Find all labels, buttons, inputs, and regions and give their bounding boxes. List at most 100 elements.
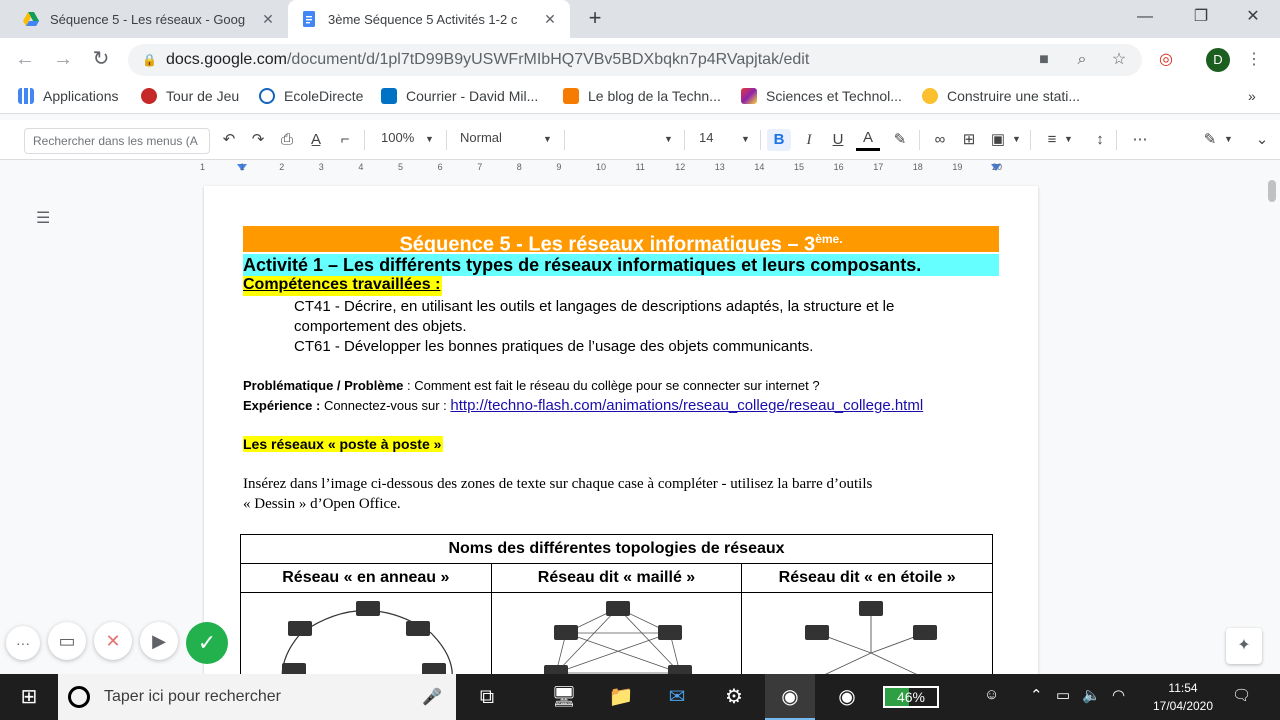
toolbar-divider: [364, 130, 365, 150]
microphone-icon[interactable]: 🎤: [422, 687, 442, 707]
align-left-icon[interactable]: ≡: [1040, 129, 1064, 151]
bookmark-construire[interactable]: Construire une stati...: [922, 88, 1080, 104]
construire-icon: [922, 88, 938, 104]
insert-image-icon[interactable]: ▣: [986, 129, 1010, 151]
bookmark-label: Construire une stati...: [947, 88, 1081, 104]
chrome-icon[interactable]: ◉: [773, 680, 807, 714]
experience-link[interactable]: http://techno-flash.com/animations/resea…: [450, 397, 923, 414]
computer-icon[interactable]: 🖥: [547, 680, 581, 714]
document-outline-icon[interactable]: ☰: [36, 208, 54, 227]
undo-icon[interactable]: ↶: [218, 129, 240, 151]
camera-icon[interactable]: ■: [1032, 48, 1056, 72]
font-size-select[interactable]: 14: [699, 130, 713, 145]
underline-button[interactable]: U: [826, 129, 850, 151]
ruler-tick-label: 17: [873, 162, 884, 172]
close-window-icon[interactable]: ✕: [1230, 4, 1276, 32]
redo-icon[interactable]: ↷: [247, 129, 269, 151]
volume-icon[interactable]: 🔈: [1082, 686, 1101, 704]
people-icon[interactable]: ☺: [984, 686, 999, 703]
cortana-icon: [68, 686, 90, 708]
ring-network-diagram: [281, 601, 453, 686]
reseaux-heading: Les réseaux « poste à poste »: [243, 436, 444, 452]
bookmark-label: EcoleDirecte: [284, 88, 364, 104]
italic-button[interactable]: I: [797, 129, 821, 151]
table-header: Noms des différentes topologies de résea…: [240, 534, 993, 564]
mail-icon[interactable]: ✉: [660, 680, 694, 714]
wifi-icon[interactable]: ◠: [1112, 686, 1125, 704]
new-tab-button[interactable]: +: [582, 6, 608, 32]
toolbar-divider: [684, 130, 685, 150]
windows-start-icon[interactable]: ⊞: [12, 680, 46, 714]
tour-de-jeu-icon: [141, 88, 157, 104]
file-explorer-icon[interactable]: 📁: [604, 680, 638, 714]
collapse-menu-icon[interactable]: ⌄: [1250, 129, 1274, 151]
close-tab-icon[interactable]: ✕: [542, 11, 558, 28]
print-icon[interactable]: ⎙: [276, 129, 298, 151]
bookmark-applications[interactable]: Applications: [18, 88, 119, 104]
close-tab-icon[interactable]: ✕: [260, 11, 276, 28]
camera-toggle-icon[interactable]: ▭: [48, 622, 86, 660]
ruler-tick-label: 14: [754, 162, 765, 172]
restore-icon[interactable]: ❐: [1178, 4, 1224, 32]
style-select[interactable]: Normal: [460, 130, 502, 145]
tab-activites[interactable]: 3ème Séquence 5 Activités 1-2 c ✕: [288, 0, 570, 38]
battery-indicator[interactable]: 46%: [883, 686, 939, 708]
avatar[interactable]: D: [1206, 48, 1230, 72]
bookmark-courrier[interactable]: Courrier - David Mil...: [381, 88, 538, 104]
document-page[interactable]: Séquence 5 - Les réseaux informatiques –…: [204, 186, 1038, 686]
more-icon[interactable]: ⋯: [1128, 129, 1152, 151]
forward-icon[interactable]: →: [50, 48, 76, 72]
add-comment-icon[interactable]: ⊞: [957, 129, 981, 151]
scrollbar-thumb[interactable]: [1268, 180, 1276, 202]
highlight-icon[interactable]: ✎: [888, 129, 912, 151]
address-bar[interactable]: 🔒 docs.google.com/document/d/1pl7tD99B9y…: [128, 44, 1142, 76]
bookmark-sciences[interactable]: Sciences et Technol...: [741, 88, 902, 104]
back-icon[interactable]: ←: [12, 48, 38, 72]
reload-icon[interactable]: ↻: [88, 48, 114, 72]
bookmark-blog[interactable]: Le blog de la Techn...: [563, 88, 721, 104]
settings-gear-icon[interactable]: ⚙: [717, 680, 751, 714]
bookmark-label: Tour de Jeu: [166, 88, 240, 104]
menu-search-input[interactable]: Rechercher dans les menus (A: [24, 128, 210, 154]
zoom-select[interactable]: 100%: [381, 130, 414, 145]
bookmark-ecoledirecte[interactable]: EcoleDirecte: [259, 88, 363, 104]
editing-mode-icon[interactable]: ✎: [1198, 129, 1222, 151]
chevron-down-icon: ▼: [1012, 134, 1021, 144]
clock[interactable]: 11:54 17/04/2020: [1140, 679, 1226, 715]
notifications-icon[interactable]: 🗨: [1232, 686, 1251, 704]
extension-icon[interactable]: ◎: [1154, 48, 1178, 72]
ruler-tick-label: 1: [239, 162, 245, 172]
bookmark-tour-de-jeu[interactable]: Tour de Jeu: [141, 88, 239, 104]
minimize-icon[interactable]: —: [1122, 4, 1168, 32]
menu-icon[interactable]: ⋮: [1242, 48, 1266, 72]
bold-button[interactable]: B: [767, 129, 791, 151]
line-spacing-icon[interactable]: ↕: [1088, 129, 1112, 151]
battery-icon[interactable]: ▭: [1056, 686, 1070, 704]
text-color-button[interactable]: A: [856, 129, 880, 151]
font-select-chevron-icon[interactable]: ▼: [664, 134, 673, 144]
task-view-icon[interactable]: ⧉: [470, 680, 504, 714]
bookmarks-more-icon[interactable]: »: [1248, 88, 1256, 104]
chevron-down-icon: ▼: [543, 134, 552, 144]
ruler-tick-label: 3: [318, 162, 324, 172]
star-icon[interactable]: ☆: [1107, 48, 1131, 72]
explore-icon[interactable]: ✦: [1226, 628, 1262, 664]
paint-format-icon[interactable]: ⌐: [334, 129, 356, 151]
cancel-recording-icon[interactable]: ✕: [94, 622, 132, 660]
instruction-line2: « Dessin » d’Open Office.: [243, 496, 401, 512]
chevron-up-icon[interactable]: ⌃: [1030, 686, 1043, 704]
mesh-topology-image: [490, 592, 743, 686]
tab-sequence-5[interactable]: Séquence 5 - Les réseaux - Goog ✕: [10, 0, 288, 38]
chrome-icon[interactable]: ◉: [830, 680, 864, 714]
taskbar-search-box[interactable]: Taper ici pour rechercher 🎤: [58, 674, 456, 720]
ruler-tick-label: 11: [635, 162, 645, 172]
zoom-icon[interactable]: ⌕: [1070, 48, 1094, 72]
link-icon[interactable]: ∞: [928, 129, 952, 151]
pause-recording-icon[interactable]: ▶: [140, 622, 178, 660]
spellcheck-icon[interactable]: A̲: [305, 129, 327, 151]
lock-icon: 🔒: [142, 53, 157, 67]
ruler-tick-label: 6: [437, 162, 443, 172]
finish-recording-button[interactable]: ✓: [186, 622, 228, 664]
apps-grid-icon: [18, 88, 34, 104]
more-options-button[interactable]: ···: [6, 626, 40, 660]
